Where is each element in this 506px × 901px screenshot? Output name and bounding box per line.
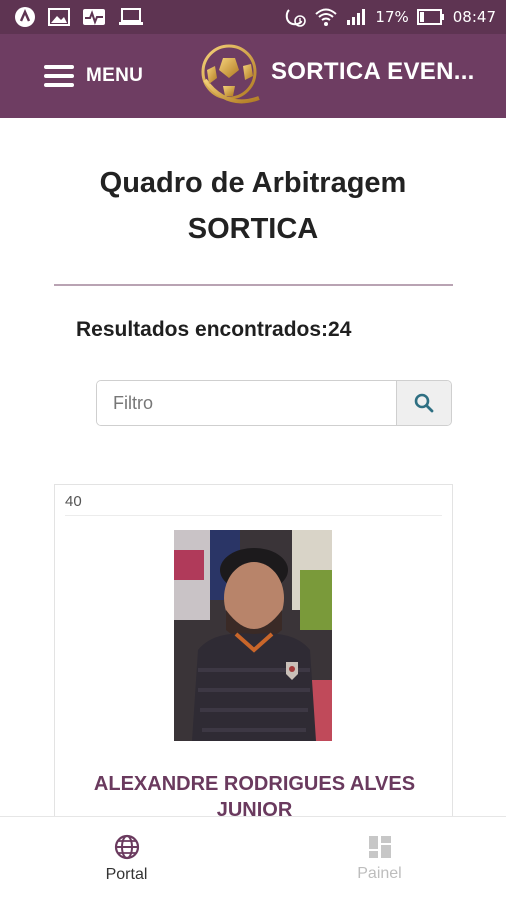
card-number: 40 [65,493,82,510]
brand-title: SORTICA EVEN... [271,58,475,85]
results-count: Resultados encontrados:24 [76,318,352,341]
status-bar: 17% 08:47 [0,0,506,34]
battery-percent: 17% [375,8,409,26]
nav-painel-label: Painel [357,865,402,882]
activity-icon [82,8,106,26]
menu-label: MENU [86,65,144,86]
page-title-line1: Quadro de Arbitragem [99,167,407,199]
filter-group [96,380,452,426]
nav-painel[interactable]: Painel [253,817,506,901]
app-header: MENU SORTICA EVEN... [0,34,506,118]
filter-input[interactable] [97,381,396,425]
card-divider [65,515,442,516]
laptop-icon [118,8,144,26]
search-icon [414,393,434,413]
app-icon [14,6,36,28]
globe-icon [114,834,139,860]
wifi-icon [315,7,338,27]
soccer-ball-logo-icon [197,40,261,112]
page-title: Quadro de Arbitragem SORTICA [0,160,506,252]
search-button[interactable] [396,381,451,425]
bottom-navigation: Portal Painel [0,816,506,901]
dashboard-icon [368,836,391,858]
nav-portal-label: Portal [105,866,148,883]
image-icon [48,8,70,26]
signal-icon [345,8,367,26]
referee-photo [174,530,332,741]
hamburger-icon [44,65,74,87]
page-title-line2: SORTICA [187,213,319,245]
alarm-icon [285,7,307,27]
referee-name-line1: ALEXANDRE RODRIGUES ALVES [93,773,416,795]
clock: 08:47 [452,8,496,26]
nav-portal[interactable]: Portal [0,817,253,901]
referee-card[interactable]: 40 ALEXANDRE RODRIGUES ALVES JUNIOR [54,484,453,824]
battery-icon [416,9,445,25]
menu-button[interactable]: MENU [44,65,143,87]
divider [54,284,453,286]
